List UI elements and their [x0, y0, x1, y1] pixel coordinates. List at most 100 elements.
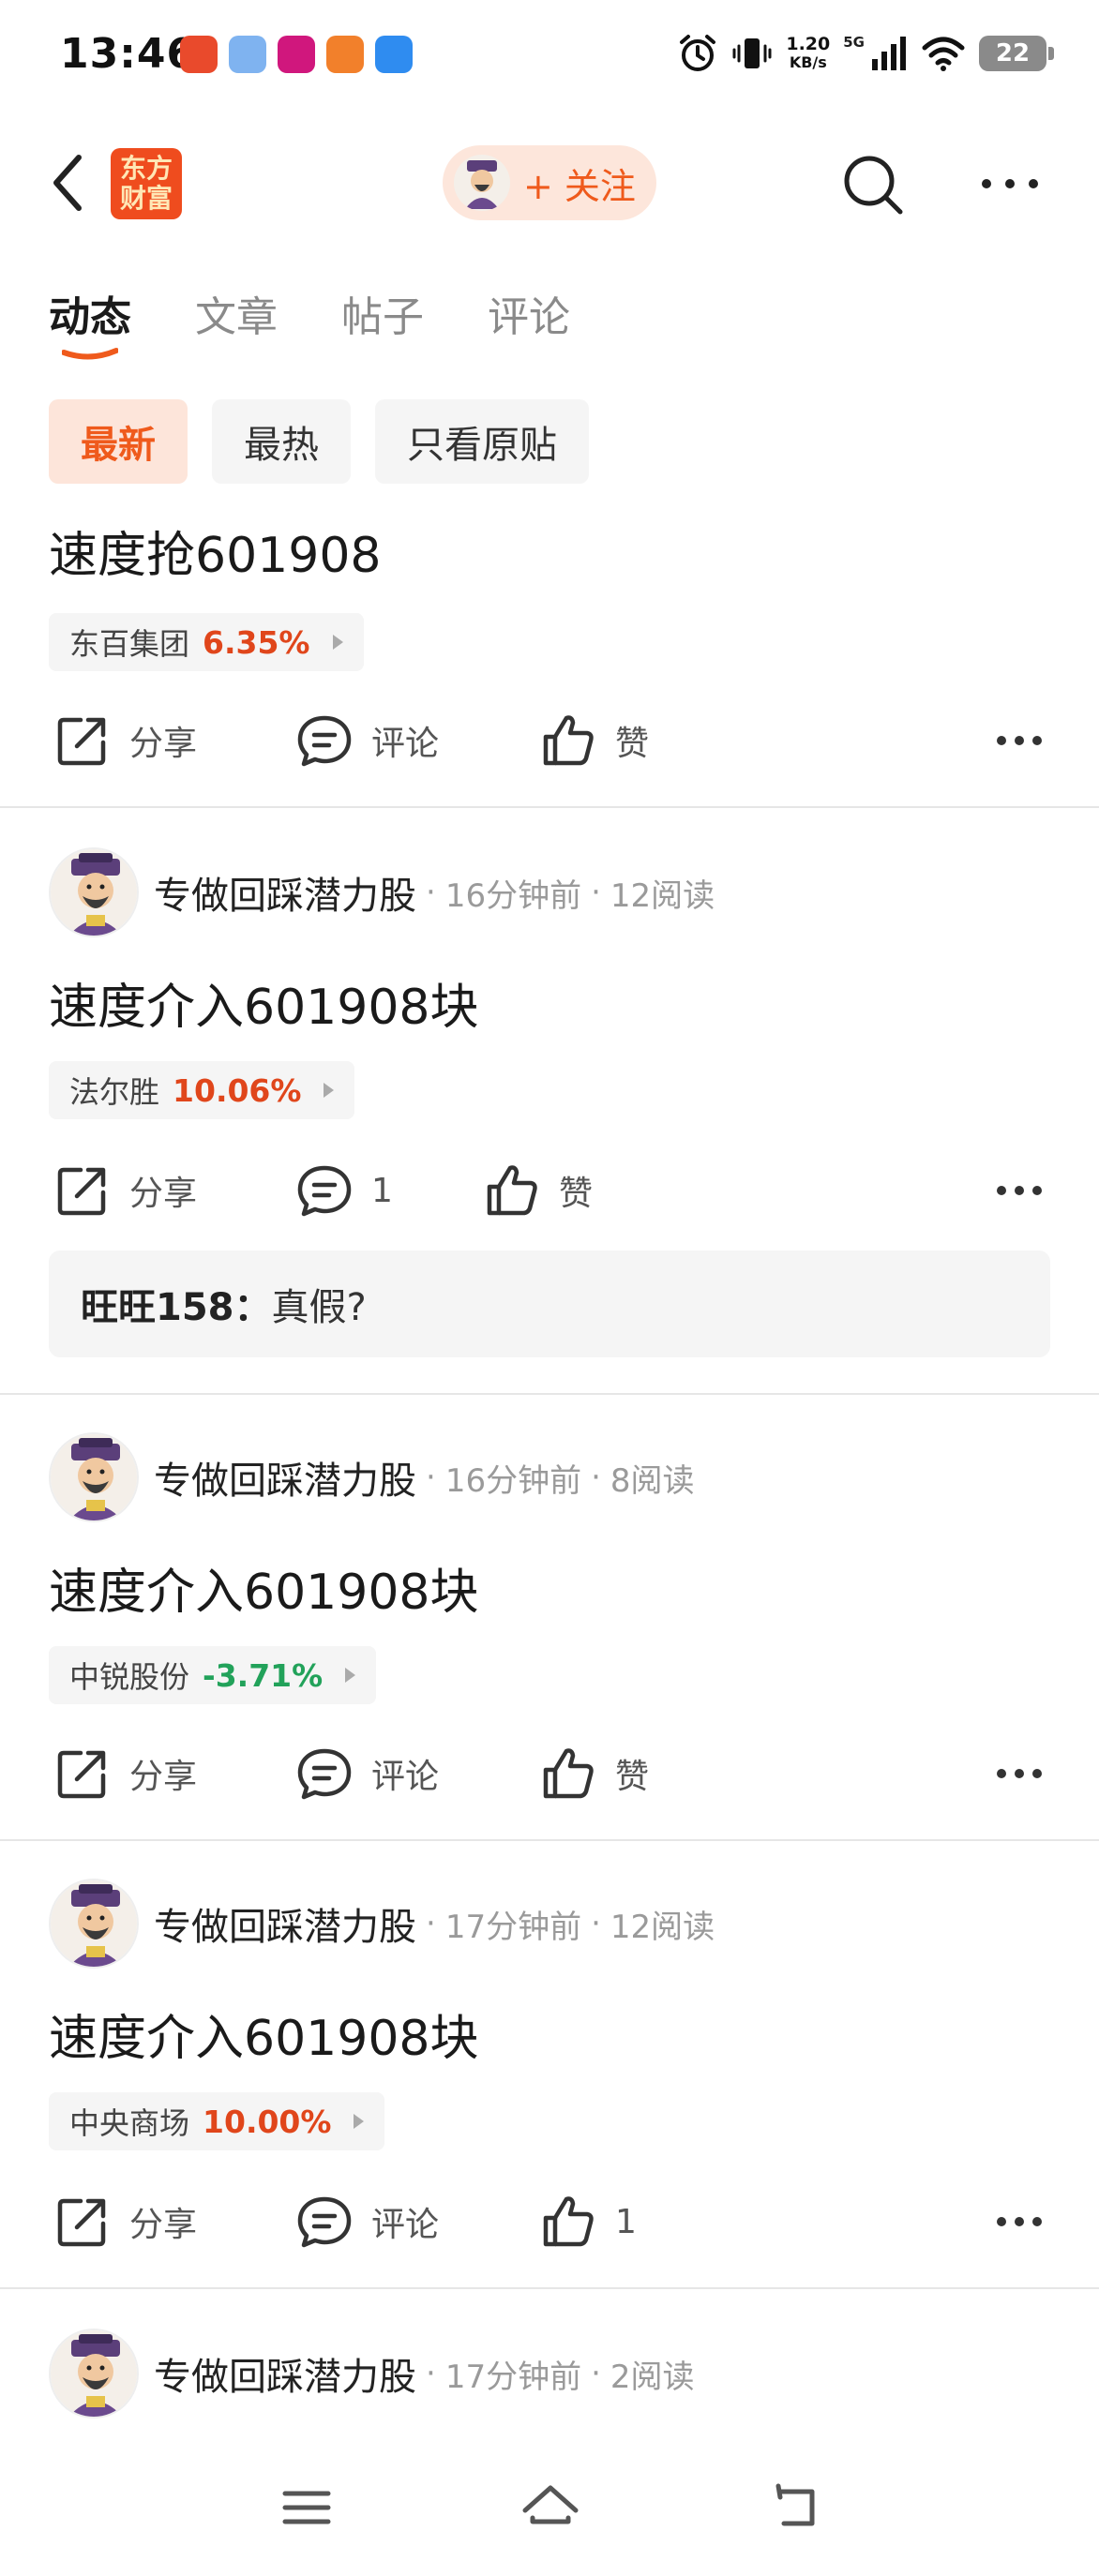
- comment-button[interactable]: 1: [294, 1153, 393, 1228]
- stock-name: 中央商场: [69, 2105, 190, 2141]
- user-avatar: [454, 155, 510, 211]
- share-label: 分享: [129, 2206, 198, 2244]
- post-card[interactable]: 专做回踩潜力股 · 16分钟前 · 8阅读 速度介入601908块 中锐股份 -…: [0, 1432, 1099, 1835]
- divider: [0, 1393, 1099, 1395]
- comment-button[interactable]: 评论: [294, 703, 439, 778]
- comment-icon: [294, 1744, 354, 1804]
- comment-button[interactable]: 评论: [294, 2184, 439, 2259]
- author-name[interactable]: 专做回踩潜力股: [154, 2346, 416, 2401]
- home-icon[interactable]: [518, 2475, 583, 2540]
- menu-icon[interactable]: [274, 2475, 339, 2540]
- post-text[interactable]: 速度介入601908块: [49, 967, 479, 1038]
- stock-change: 10.06%: [173, 1071, 302, 1109]
- stock-tag[interactable]: 中锐股份 -3.71%: [49, 1646, 377, 1704]
- share-label: 分享: [129, 1175, 198, 1213]
- tab-articles[interactable]: 文章: [195, 283, 278, 343]
- author-name[interactable]: 专做回踩潜力股: [154, 1896, 416, 1951]
- author-name[interactable]: 专做回踩潜力股: [154, 1450, 416, 1505]
- stock-name: 中锐股份: [69, 1659, 190, 1695]
- comment-preview[interactable]: 旺旺158： 真假?: [49, 1251, 1050, 1357]
- share-label: 分享: [129, 1758, 198, 1796]
- wifi-icon: [922, 37, 965, 71]
- app-notification-icon: [278, 36, 315, 73]
- share-icon: [53, 711, 113, 771]
- like-icon: [482, 1161, 542, 1221]
- post-text[interactable]: 速度介入601908块: [49, 1552, 479, 1623]
- separator-dot: ·: [426, 1459, 436, 1496]
- divider: [0, 2287, 1099, 2289]
- app-notification-icon: [180, 36, 218, 73]
- author-row[interactable]: 专做回踩潜力股 · 17分钟前 · 2阅读: [49, 2329, 695, 2419]
- filter-hottest[interactable]: 最热: [212, 399, 351, 484]
- more-icon[interactable]: [996, 1174, 1043, 1207]
- separator-dot: ·: [591, 1905, 601, 1942]
- like-button[interactable]: 1: [538, 2184, 637, 2259]
- post-card[interactable]: 专做回踩潜力股 · 17分钟前 · 12阅读 速度介入601908块 中央商场 …: [0, 1879, 1099, 2282]
- stock-name: 东百集团: [69, 626, 190, 662]
- chevron-right-icon: [324, 1083, 335, 1098]
- app-notification-icon: [229, 36, 266, 73]
- status-bar: 13:46 1.20 KB/s 5G 22: [0, 0, 1099, 112]
- comment-button[interactable]: 评论: [294, 1736, 439, 1811]
- read-count: 12阅读: [610, 876, 715, 915]
- like-button[interactable]: 赞: [482, 1153, 593, 1228]
- post-text[interactable]: 速度抢601908: [49, 516, 382, 586]
- share-button[interactable]: 分享: [53, 2184, 197, 2259]
- like-icon: [538, 711, 598, 771]
- post-card[interactable]: 专做回踩潜力股 · 16分钟前 · 12阅读 速度介入601908块 法尔胜 1…: [0, 847, 1099, 1391]
- share-button[interactable]: 分享: [53, 1153, 197, 1228]
- stock-tag[interactable]: 中央商场 10.00%: [49, 2092, 385, 2150]
- comment-text: 真假?: [271, 1286, 367, 1329]
- avatar[interactable]: [49, 847, 139, 937]
- post-actions: 分享 评论 1: [0, 2184, 1099, 2259]
- back-nav-icon[interactable]: [761, 2475, 827, 2540]
- more-icon[interactable]: [996, 724, 1043, 757]
- share-icon: [53, 1161, 113, 1221]
- author-row[interactable]: 专做回踩潜力股 · 16分钟前 · 8阅读: [49, 1432, 695, 1522]
- share-icon: [53, 1744, 113, 1804]
- back-icon[interactable]: [45, 152, 92, 214]
- stock-tag[interactable]: 法尔胜 10.06%: [49, 1061, 355, 1119]
- post-card[interactable]: 速度抢601908 东百集团 6.35% 分享 评论 赞: [0, 516, 1099, 808]
- app-header: 东方 财富 + 关注: [0, 131, 1099, 234]
- share-button[interactable]: 分享: [53, 703, 197, 778]
- separator-dot: ·: [591, 1459, 601, 1496]
- share-icon: [53, 2192, 113, 2252]
- author-row[interactable]: 专做回踩潜力股 · 16分钟前 · 12阅读: [49, 847, 715, 937]
- network-generation: 5G: [843, 34, 865, 51]
- filter-latest[interactable]: 最新: [49, 399, 188, 484]
- comment-icon: [294, 2192, 354, 2252]
- avatar[interactable]: [49, 1879, 139, 1969]
- comment-author[interactable]: 旺旺158：: [81, 1277, 272, 1331]
- like-button[interactable]: 赞: [538, 1736, 649, 1811]
- filter-bar: 最新 最热 只看原贴: [49, 399, 589, 484]
- avatar[interactable]: [49, 1432, 139, 1522]
- logo-text: 东方: [119, 153, 173, 184]
- more-icon[interactable]: [996, 2205, 1043, 2239]
- app-notification-icon: [375, 36, 413, 73]
- tab-comments[interactable]: 评论: [488, 283, 570, 343]
- like-label: 赞: [615, 1758, 650, 1796]
- filter-original-only[interactable]: 只看原贴: [375, 399, 589, 484]
- more-icon[interactable]: [996, 1757, 1043, 1790]
- more-options-icon[interactable]: [979, 165, 1041, 202]
- avatar[interactable]: [49, 2329, 139, 2419]
- status-time: 13:46: [60, 30, 197, 78]
- follow-button[interactable]: + 关注: [443, 145, 656, 220]
- post-text[interactable]: 速度介入601908块: [49, 1999, 479, 2069]
- stock-tag[interactable]: 东百集团 6.35%: [49, 613, 364, 671]
- post-card[interactable]: 专做回踩潜力股 · 17分钟前 · 2阅读: [0, 2329, 1099, 2422]
- system-nav-bar: [0, 2465, 1099, 2550]
- alarm-icon: [680, 35, 716, 71]
- like-button[interactable]: 赞: [538, 703, 649, 778]
- tab-posts[interactable]: 帖子: [341, 283, 424, 343]
- tab-activity[interactable]: 动态: [49, 283, 131, 360]
- battery-indicator: 22: [979, 36, 1054, 71]
- search-icon[interactable]: [840, 152, 906, 217]
- share-button[interactable]: 分享: [53, 1736, 197, 1811]
- author-name[interactable]: 专做回踩潜力股: [154, 865, 416, 920]
- stock-change: 6.35%: [203, 623, 310, 661]
- author-row[interactable]: 专做回踩潜力股 · 17分钟前 · 12阅读: [49, 1879, 715, 1969]
- separator-dot: ·: [591, 2355, 601, 2392]
- network-speed-value: 1.20: [786, 34, 831, 54]
